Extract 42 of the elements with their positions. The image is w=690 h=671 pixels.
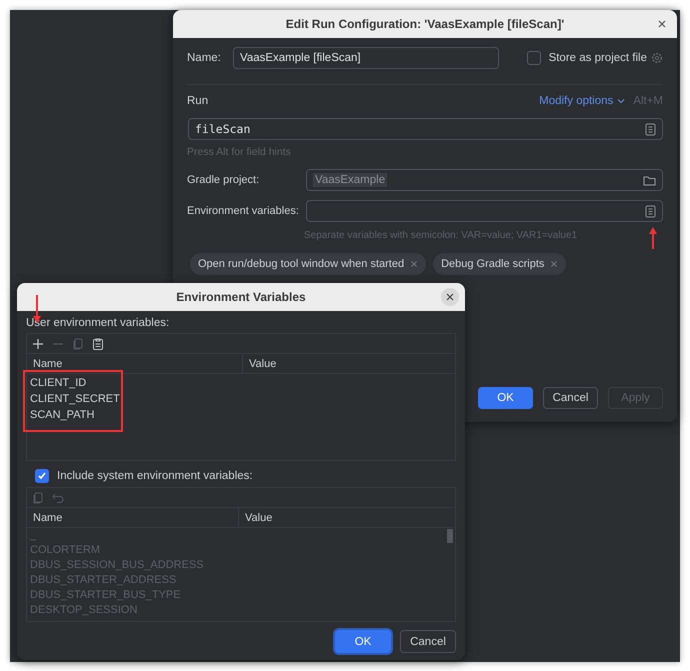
scrollbar[interactable] (447, 529, 453, 543)
environment-variables-field[interactable] (306, 200, 663, 222)
field-label: Gradle project: (187, 174, 260, 186)
checkbox[interactable] (526, 51, 541, 65)
list-icon[interactable] (645, 204, 656, 218)
dialog-title: Environment Variables (176, 290, 306, 304)
remove-icon[interactable] (550, 260, 558, 268)
column-header[interactable]: Value (239, 508, 272, 527)
add-icon[interactable] (31, 336, 45, 350)
checkmark-icon (37, 471, 47, 481)
checkbox[interactable] (35, 469, 49, 483)
checkbox-label: Include system environment variables: (57, 470, 253, 482)
dialog-button[interactable]: OK (335, 630, 391, 653)
column-header[interactable]: Value (243, 354, 276, 373)
annotation-arrow (649, 227, 657, 249)
field-label: Environment variables: (187, 205, 300, 217)
name-field[interactable]: VaasExample [fileScan] (233, 47, 499, 69)
paste-icon[interactable] (91, 336, 105, 350)
table-cell[interactable]: CLIENT_SECRET (30, 391, 455, 407)
dialog-button[interactable]: Cancel (400, 630, 456, 653)
section-heading: Run (187, 95, 208, 107)
folder-icon[interactable] (643, 174, 656, 186)
option-chip[interactable]: Debug Gradle scripts (433, 253, 566, 275)
dialog-title: Edit Run Configuration: 'VaasExample [fileScan]' (286, 17, 564, 31)
column-header[interactable]: Name (27, 508, 239, 527)
remove-icon[interactable] (410, 260, 418, 268)
close-icon (445, 292, 455, 302)
modify-options-link[interactable]: Modify options (539, 95, 626, 107)
close-icon (657, 19, 667, 29)
field-label: Name: (187, 52, 222, 64)
close-button[interactable] (441, 288, 459, 306)
column-header[interactable]: Name (27, 354, 243, 373)
dialog-button[interactable]: OK (478, 387, 533, 409)
settings-icon[interactable] (651, 52, 663, 64)
option-chip[interactable]: Open run/debug tool window when started (190, 253, 426, 275)
chevron-down-icon[interactable] (617, 98, 626, 104)
checkbox-label: Store as project file (548, 52, 647, 64)
dialog-button[interactable]: Cancel (543, 387, 598, 409)
task-field[interactable]: fileScan (188, 118, 663, 140)
table-cell[interactable]: SCAN_PATH (30, 407, 455, 423)
section-label: User environment variables: (26, 317, 170, 329)
table-cell[interactable]: CLIENT_ID (30, 375, 455, 391)
